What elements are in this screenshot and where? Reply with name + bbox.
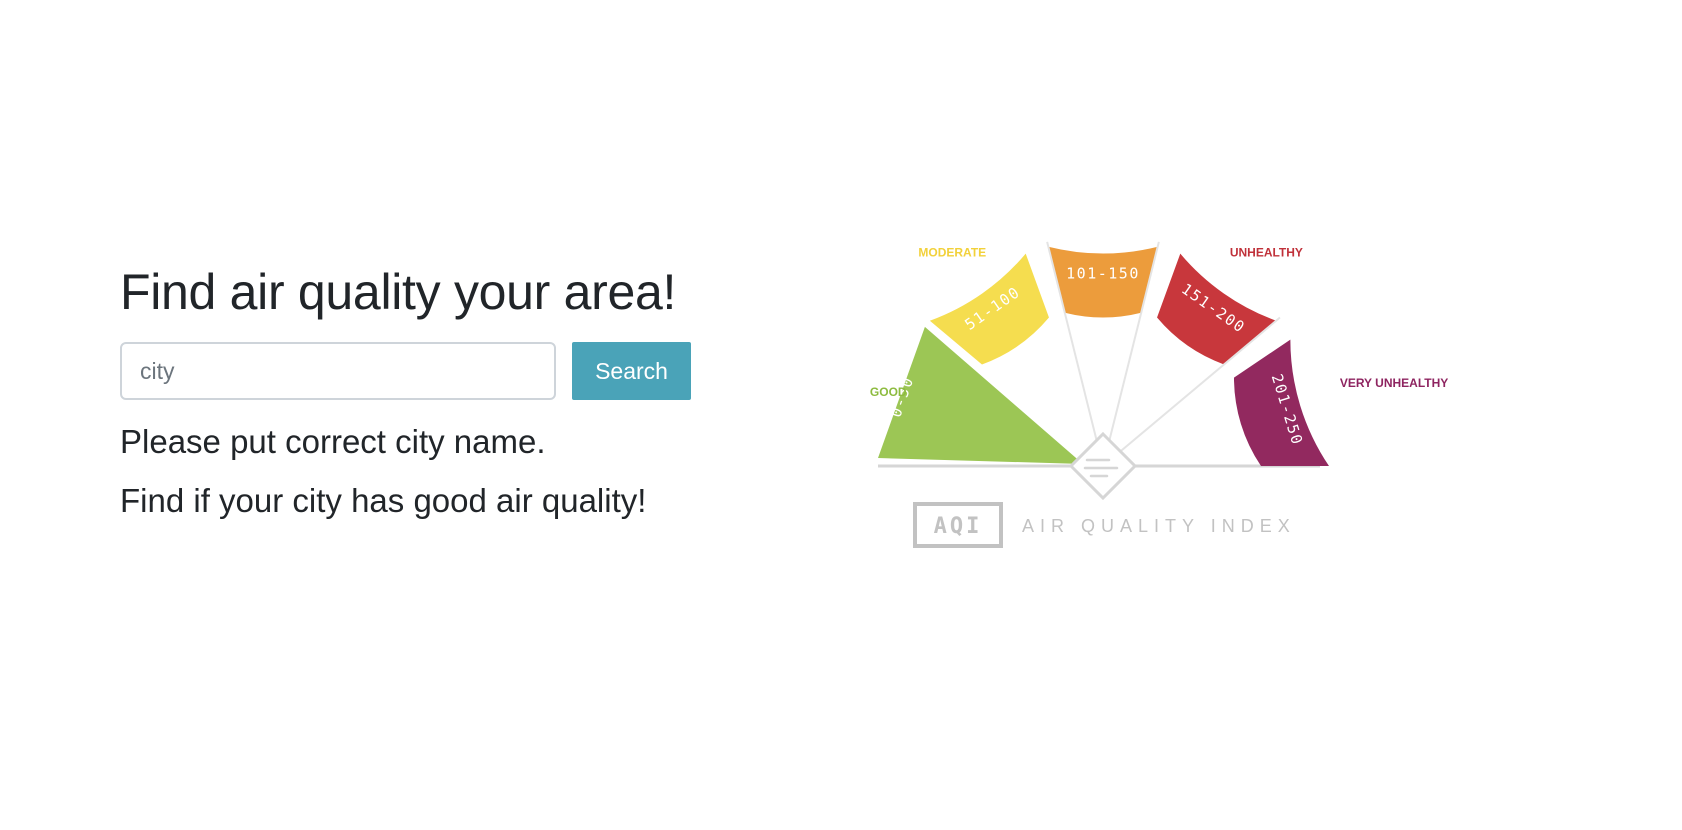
gauge-label-51-100: MODERATE bbox=[918, 245, 986, 259]
gauge-label-0-50: GOOD bbox=[870, 385, 907, 399]
aqi-logo-text: AQI bbox=[934, 514, 983, 539]
gauge-label-201-250: VERY UNHEALTHY bbox=[1340, 376, 1448, 390]
aqi-caption: AIR QUALITY INDEX bbox=[1022, 516, 1296, 536]
aqi-gauge-svg: 0-50GOOD51-100MODERATE101-150UNHEALTHYfo… bbox=[870, 241, 1448, 548]
search-panel: Find air quality your area! Search Pleas… bbox=[120, 262, 740, 520]
hint-message: Find if your city has good air quality! bbox=[120, 481, 647, 519]
error-message: Please put correct city name. bbox=[120, 423, 546, 460]
gauge-hub-diamond bbox=[1068, 431, 1138, 501]
search-form: Search bbox=[120, 342, 740, 400]
aqi-gauge-graphic: 0-50GOOD51-100MODERATE101-150UNHEALTHYfo… bbox=[870, 220, 1550, 610]
search-button[interactable]: Search bbox=[572, 342, 691, 400]
city-search-input[interactable] bbox=[120, 342, 556, 400]
gauge-label-151-200: UNHEALTHY bbox=[1230, 245, 1303, 259]
page-title: Find air quality your area! bbox=[120, 264, 677, 320]
gauge-range-101-150: 101-150 bbox=[1066, 265, 1140, 283]
page: Find air quality your area! Search Pleas… bbox=[0, 0, 1682, 830]
